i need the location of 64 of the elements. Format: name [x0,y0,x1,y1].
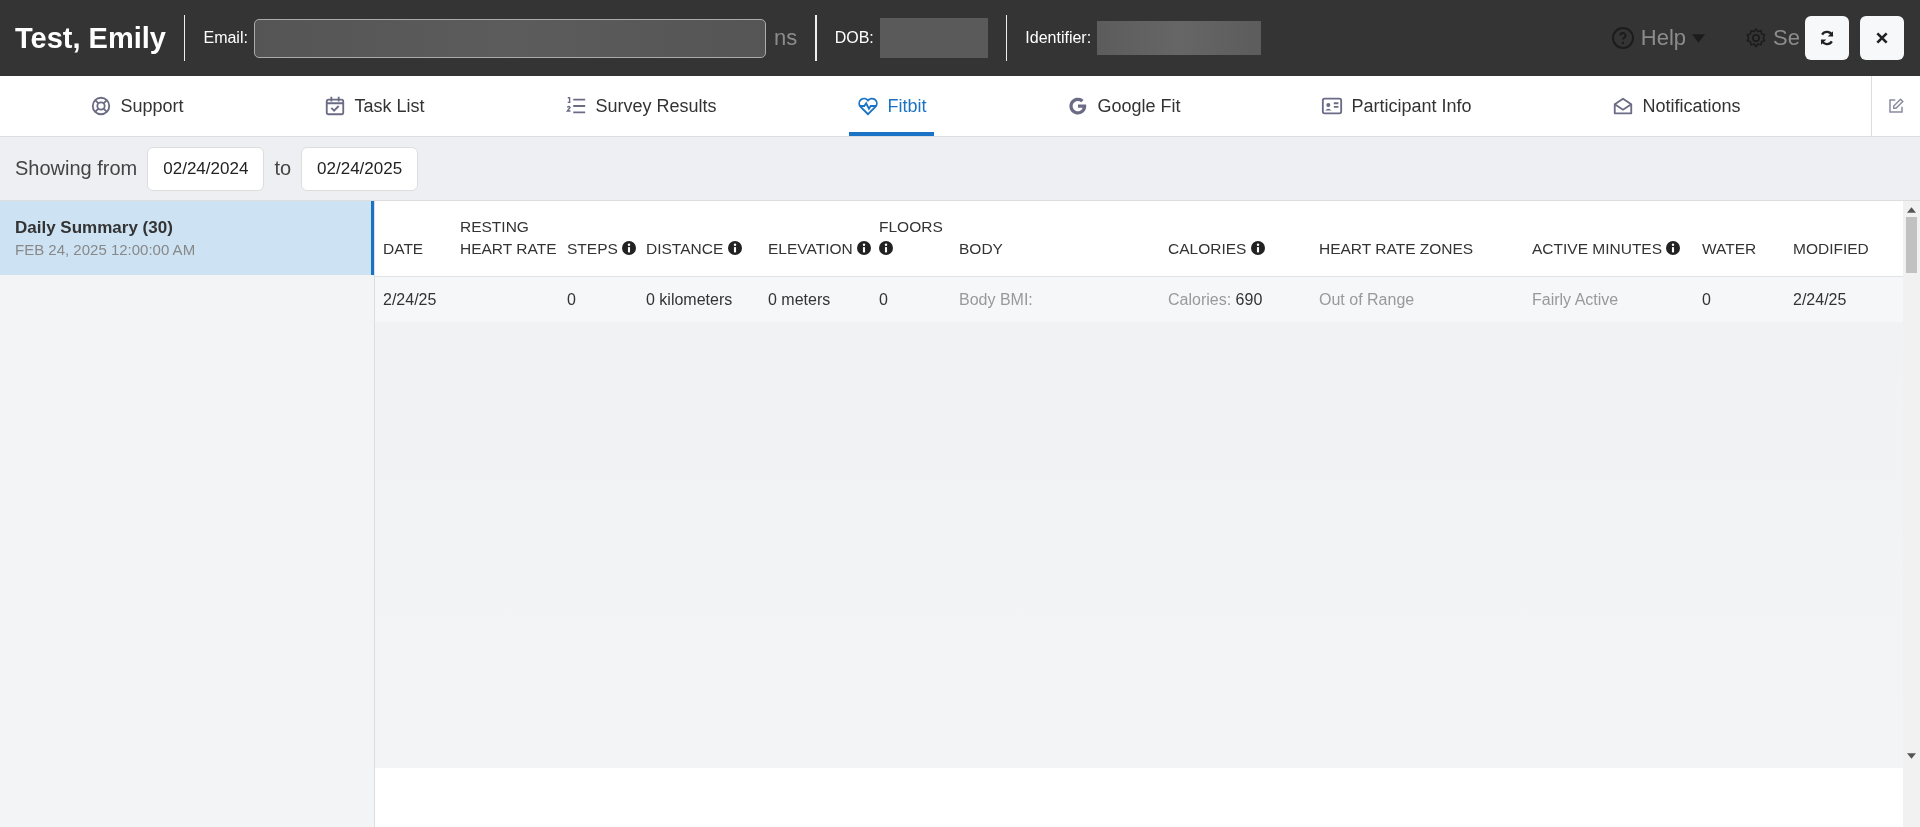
column-header: MODIFIED [1793,239,1870,259]
table-cell-text: 2/24/25 [1793,290,1848,309]
table-cell-text: 0 [879,290,889,309]
sidebar-item[interactable]: Daily Summary (30) FEB 24, 2025 12:00:00 AM [0,201,374,275]
info-icon [1250,241,1265,255]
help-menu[interactable]: Help [1640,25,1687,51]
table-cell-text: 0 kilometers [646,290,734,309]
tab[interactable]: Google Fit [1059,76,1189,136]
table-cell-text: Body BMI: [959,290,1034,309]
table-cell-text: Fairly Active [1532,290,1620,309]
column-header: HEART RATE ZONES [1319,239,1475,259]
table-cell-text: Out of Range [1319,290,1416,309]
id-card-icon [1321,95,1344,117]
field-label: Identifier: [1025,29,1092,47]
tab[interactable]: Task List [316,76,433,136]
tab[interactable]: Support [82,76,192,136]
column-header: RESTING HEART RATE [460,217,558,259]
column-header: FLOORS [879,216,959,260]
covered-text: ns [773,25,798,51]
calendar-check-icon [324,95,347,117]
settings-menu[interactable]: Se [1773,25,1800,51]
column-header: ACTIVE MINUTES [1532,238,1702,260]
field-label: Email: [203,29,248,47]
tab[interactable]: Survey Results [557,76,725,136]
column-header: BODY [959,239,1004,259]
tab[interactable]: Notifications [1604,76,1749,136]
filter-label: to [274,157,292,180]
table-cell-text: Calories: 690 [1168,290,1264,309]
refresh-button[interactable] [1805,16,1849,60]
table-cell-text: 0 meters [768,290,832,309]
lifebuoy-icon [90,95,113,117]
close-button[interactable] [1860,16,1904,60]
edit-icon[interactable] [1887,97,1905,115]
column-header: WATER [1702,239,1758,259]
participant-name: Test, Emily [15,21,166,55]
column-header: ELEVATION [768,238,879,260]
table-cell-text: 0 [1702,290,1712,309]
help-icon [1610,26,1635,50]
tab[interactable]: Participant Info [1313,76,1480,136]
date-field[interactable]: 02/24/2024 [147,146,265,191]
table-cell-text: 2/24/25 [383,290,438,309]
info-icon [1666,241,1681,255]
envelope-icon [1612,95,1635,117]
info-icon [622,241,637,255]
scroll-down-icon [1907,753,1916,759]
info-icon [879,241,893,255]
info-icon [727,241,742,255]
date-field[interactable]: 02/24/2025 [301,146,419,191]
input-field[interactable] [253,18,766,58]
column-header: DISTANCE [646,238,768,260]
scrollbar-thumb[interactable] [1906,217,1917,273]
scroll-up-icon [1907,207,1916,213]
caret-icon [1692,33,1706,43]
filter-label: Showing from [15,157,138,180]
close-icon [1875,31,1889,45]
field-label: DOB: [834,29,874,47]
table-cell-text: 0 [567,290,577,309]
heartbeat-icon [857,95,880,117]
column-header: CALORIES [1168,238,1319,260]
refresh-icon [1818,29,1836,47]
column-header: DATE [383,239,425,259]
info-icon [857,241,871,255]
column-header: STEPS [567,238,646,260]
settings-icon [1745,27,1768,49]
